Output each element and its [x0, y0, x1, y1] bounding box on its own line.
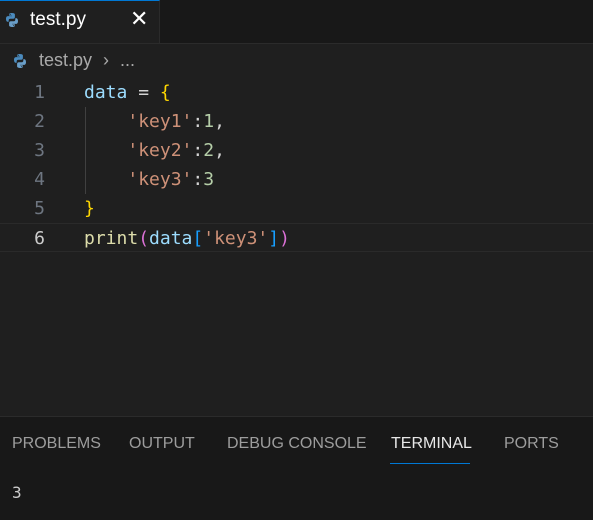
token-comma: , [214, 140, 225, 161]
token-bracket: ] [268, 228, 280, 249]
code-line-active[interactable]: 6 print(data['key3']) [0, 223, 593, 252]
token-number: 3 [203, 169, 215, 190]
token-colon: : [192, 111, 204, 132]
token-string: 'key3' [203, 228, 269, 249]
breadcrumb-file[interactable]: test.py [39, 50, 92, 71]
code-line[interactable]: 5 } [0, 194, 593, 223]
terminal-output[interactable]: 3 [12, 483, 22, 502]
code-line[interactable]: 2 'key1':1, [0, 107, 593, 136]
active-tab-indicator [390, 463, 470, 464]
line-number: 5 [34, 198, 45, 219]
line-number: 2 [34, 111, 45, 132]
token-brace: } [84, 198, 95, 219]
token-variable: data [149, 228, 193, 249]
chevron-right-icon: › [103, 50, 109, 70]
code-text: 'key1':1, [84, 107, 225, 136]
close-icon[interactable]: ✕ [130, 7, 148, 31]
line-number: 1 [34, 82, 45, 103]
tab-problems[interactable]: PROBLEMS [12, 435, 101, 453]
code-text: } [84, 194, 95, 223]
tab-debug-console[interactable]: DEBUG CONSOLE [227, 435, 367, 453]
token-paren: ( [138, 228, 150, 249]
token-colon: : [192, 169, 204, 190]
token-string: 'key2' [127, 140, 193, 161]
tab-ports[interactable]: PORTS [504, 435, 559, 453]
token-bracket: [ [192, 228, 204, 249]
python-icon [4, 12, 20, 28]
tab-output[interactable]: OUTPUT [129, 435, 195, 453]
python-icon [12, 53, 28, 69]
token-string: 'key3' [127, 169, 193, 190]
token-colon: : [192, 140, 204, 161]
breadcrumb: test.py › ... [0, 44, 593, 76]
token-paren: ) [279, 228, 290, 249]
breadcrumb-symbols[interactable]: ... [120, 50, 135, 71]
token-number: 1 [203, 111, 215, 132]
code-editor[interactable]: 1 data = { 2 'key1':1, 3 'key2':2, 4 'ke… [0, 78, 593, 415]
code-text: 'key2':2, [84, 136, 225, 165]
token-string: 'key1' [127, 111, 193, 132]
token-number: 2 [203, 140, 215, 161]
line-number: 6 [34, 228, 45, 249]
code-line[interactable]: 1 data = { [0, 78, 593, 107]
tab-test-py[interactable]: test.py ✕ [0, 0, 160, 43]
line-number: 3 [34, 140, 45, 161]
token-operator: = [127, 82, 160, 103]
tab-label: test.py [30, 9, 86, 30]
token-brace: { [159, 82, 171, 103]
bottom-panel: PROBLEMS OUTPUT DEBUG CONSOLE TERMINAL P… [0, 416, 593, 520]
code-line[interactable]: 3 'key2':2, [0, 136, 593, 165]
line-number: 4 [34, 169, 45, 190]
code-text: 'key3':3 [84, 165, 214, 194]
code-text: data = { [84, 78, 171, 107]
code-line[interactable]: 4 'key3':3 [0, 165, 593, 194]
tab-terminal[interactable]: TERMINAL [391, 435, 472, 453]
token-comma: , [214, 111, 225, 132]
editor-tab-bar: test.py ✕ [0, 0, 593, 44]
token-function: print [84, 228, 139, 249]
token-variable: data [84, 82, 128, 103]
code-text: print(data['key3']) [84, 224, 290, 253]
